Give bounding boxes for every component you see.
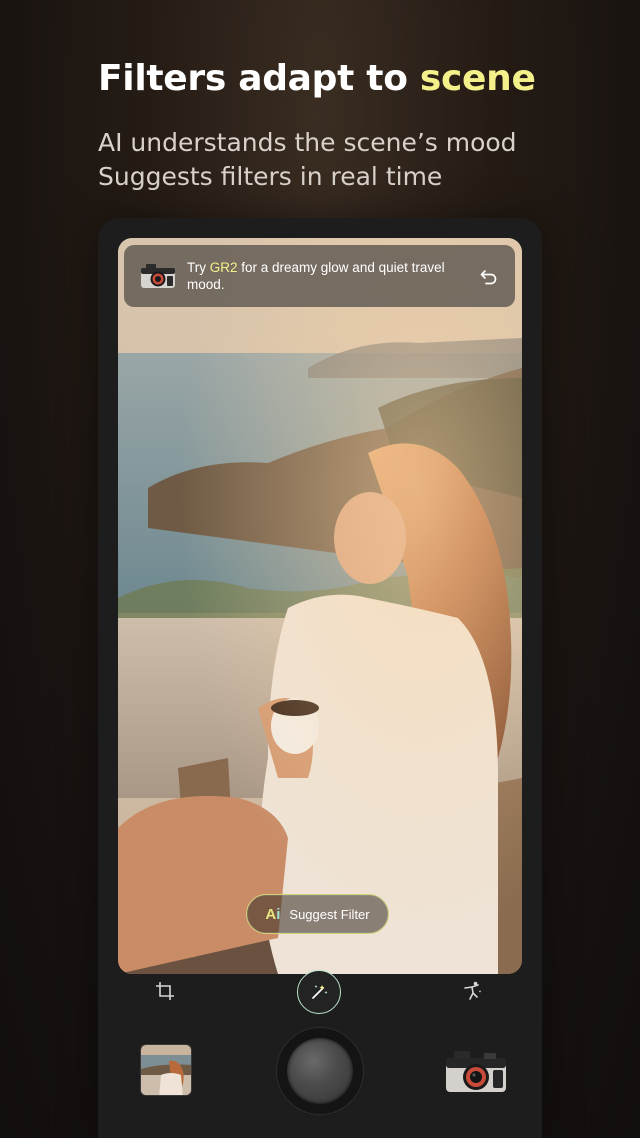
suggestion-message: Try GR2 for a dreamy glow and quiet trav… [187, 259, 471, 293]
subtitle-line-2: Suggests filters in real time [98, 162, 443, 191]
suggest-filter-button[interactable]: Ai Suggest Filter [246, 894, 389, 934]
phone-mockup: Try GR2 for a dreamy glow and quiet trav… [98, 218, 542, 1138]
crop-icon [156, 982, 174, 1000]
gallery-thumbnail[interactable] [140, 1044, 192, 1096]
camera-model-selector[interactable] [444, 1046, 508, 1096]
crop-button[interactable] [146, 972, 184, 1010]
headline-text: Filters adapt to [98, 58, 420, 99]
subtitle-line-1: AI understands the scene’s mood [98, 128, 517, 157]
pose-icon [464, 981, 482, 1000]
headline: Filters adapt to scene [98, 58, 536, 99]
magic-wand-icon [312, 985, 328, 999]
ai-filter-button[interactable] [297, 970, 341, 1014]
suggested-filter-name[interactable]: GR2 [210, 260, 238, 275]
ai-icon-a: A [265, 905, 277, 923]
headline-accent: scene [419, 58, 536, 99]
filter-suggestion-banner: Try GR2 for a dreamy glow and quiet trav… [124, 245, 515, 307]
undo-icon[interactable] [479, 266, 499, 286]
suggest-filter-label: Suggest Filter [289, 906, 370, 922]
gallery-thumbnail-image [141, 1045, 191, 1095]
ai-icon-i: i [276, 905, 281, 923]
shutter-button[interactable] [276, 1027, 364, 1115]
camera-icon [141, 264, 175, 288]
ai-icon: Ai [265, 906, 280, 923]
pose-button[interactable] [454, 972, 492, 1010]
subtitle: AI understands the scene’s mood Suggests… [98, 126, 517, 194]
suggestion-prefix: Try [187, 260, 210, 275]
camera-viewfinder[interactable]: Try GR2 for a dreamy glow and quiet trav… [118, 238, 522, 974]
shutter-inner [287, 1038, 353, 1104]
scene-photo [118, 238, 522, 974]
